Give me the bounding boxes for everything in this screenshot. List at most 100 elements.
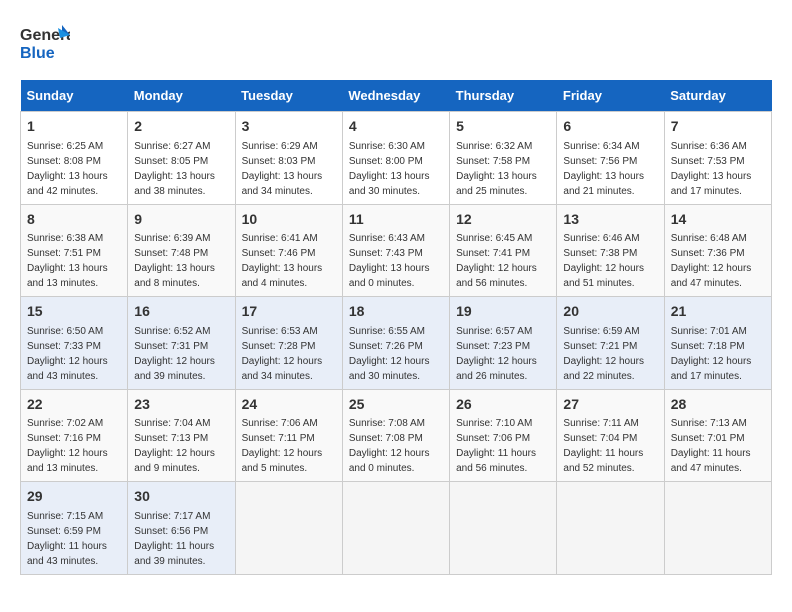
day-cell: 16Sunrise: 6:52 AMSunset: 7:31 PMDayligh… [128, 297, 235, 390]
day-info: Sunrise: 6:50 AMSunset: 7:33 PMDaylight:… [27, 324, 121, 384]
day-cell: 3Sunrise: 6:29 AMSunset: 8:03 PMDaylight… [235, 112, 342, 205]
day-info: Sunrise: 7:08 AMSunset: 7:08 PMDaylight:… [349, 416, 443, 476]
day-number: 5 [456, 117, 550, 137]
empty-cell [235, 482, 342, 575]
day-number: 24 [242, 395, 336, 415]
day-number: 21 [671, 302, 765, 322]
day-info: Sunrise: 7:10 AMSunset: 7:06 PMDaylight:… [456, 416, 550, 476]
calendar-week-row: 8Sunrise: 6:38 AMSunset: 7:51 PMDaylight… [21, 204, 772, 297]
day-info: Sunrise: 6:32 AMSunset: 7:58 PMDaylight:… [456, 139, 550, 199]
day-number: 19 [456, 302, 550, 322]
empty-cell [450, 482, 557, 575]
day-cell: 27Sunrise: 7:11 AMSunset: 7:04 PMDayligh… [557, 389, 664, 482]
day-cell: 4Sunrise: 6:30 AMSunset: 8:00 PMDaylight… [342, 112, 449, 205]
day-info: Sunrise: 6:59 AMSunset: 7:21 PMDaylight:… [563, 324, 657, 384]
logo: General Blue [20, 20, 70, 70]
day-info: Sunrise: 6:45 AMSunset: 7:41 PMDaylight:… [456, 231, 550, 291]
day-info: Sunrise: 7:17 AMSunset: 6:56 PMDaylight:… [134, 509, 228, 569]
day-cell: 12Sunrise: 6:45 AMSunset: 7:41 PMDayligh… [450, 204, 557, 297]
day-number: 2 [134, 117, 228, 137]
day-number: 25 [349, 395, 443, 415]
day-number: 30 [134, 487, 228, 507]
day-info: Sunrise: 6:30 AMSunset: 8:00 PMDaylight:… [349, 139, 443, 199]
day-number: 22 [27, 395, 121, 415]
day-info: Sunrise: 6:57 AMSunset: 7:23 PMDaylight:… [456, 324, 550, 384]
page-header: General Blue [20, 20, 772, 70]
day-number: 7 [671, 117, 765, 137]
day-cell: 5Sunrise: 6:32 AMSunset: 7:58 PMDaylight… [450, 112, 557, 205]
day-info: Sunrise: 6:27 AMSunset: 8:05 PMDaylight:… [134, 139, 228, 199]
day-header-saturday: Saturday [664, 80, 771, 112]
day-info: Sunrise: 7:04 AMSunset: 7:13 PMDaylight:… [134, 416, 228, 476]
day-cell: 19Sunrise: 6:57 AMSunset: 7:23 PMDayligh… [450, 297, 557, 390]
day-info: Sunrise: 7:01 AMSunset: 7:18 PMDaylight:… [671, 324, 765, 384]
logo-icon: General Blue [20, 20, 70, 70]
day-info: Sunrise: 7:15 AMSunset: 6:59 PMDaylight:… [27, 509, 121, 569]
day-number: 14 [671, 210, 765, 230]
day-info: Sunrise: 6:52 AMSunset: 7:31 PMDaylight:… [134, 324, 228, 384]
day-number: 23 [134, 395, 228, 415]
day-number: 12 [456, 210, 550, 230]
day-cell: 8Sunrise: 6:38 AMSunset: 7:51 PMDaylight… [21, 204, 128, 297]
day-cell: 30Sunrise: 7:17 AMSunset: 6:56 PMDayligh… [128, 482, 235, 575]
day-number: 8 [27, 210, 121, 230]
day-number: 15 [27, 302, 121, 322]
day-cell: 29Sunrise: 7:15 AMSunset: 6:59 PMDayligh… [21, 482, 128, 575]
day-header-monday: Monday [128, 80, 235, 112]
empty-cell [664, 482, 771, 575]
day-number: 3 [242, 117, 336, 137]
day-number: 9 [134, 210, 228, 230]
calendar-week-row: 15Sunrise: 6:50 AMSunset: 7:33 PMDayligh… [21, 297, 772, 390]
calendar-week-row: 22Sunrise: 7:02 AMSunset: 7:16 PMDayligh… [21, 389, 772, 482]
day-number: 6 [563, 117, 657, 137]
day-header-sunday: Sunday [21, 80, 128, 112]
calendar-week-row: 29Sunrise: 7:15 AMSunset: 6:59 PMDayligh… [21, 482, 772, 575]
day-cell: 25Sunrise: 7:08 AMSunset: 7:08 PMDayligh… [342, 389, 449, 482]
day-cell: 11Sunrise: 6:43 AMSunset: 7:43 PMDayligh… [342, 204, 449, 297]
day-cell: 6Sunrise: 6:34 AMSunset: 7:56 PMDaylight… [557, 112, 664, 205]
calendar-table: SundayMondayTuesdayWednesdayThursdayFrid… [20, 80, 772, 575]
day-cell: 17Sunrise: 6:53 AMSunset: 7:28 PMDayligh… [235, 297, 342, 390]
day-cell: 9Sunrise: 6:39 AMSunset: 7:48 PMDaylight… [128, 204, 235, 297]
day-cell: 24Sunrise: 7:06 AMSunset: 7:11 PMDayligh… [235, 389, 342, 482]
day-info: Sunrise: 7:13 AMSunset: 7:01 PMDaylight:… [671, 416, 765, 476]
day-number: 4 [349, 117, 443, 137]
day-number: 28 [671, 395, 765, 415]
day-cell: 1Sunrise: 6:25 AMSunset: 8:08 PMDaylight… [21, 112, 128, 205]
day-info: Sunrise: 6:43 AMSunset: 7:43 PMDaylight:… [349, 231, 443, 291]
calendar-header-row: SundayMondayTuesdayWednesdayThursdayFrid… [21, 80, 772, 112]
day-info: Sunrise: 7:02 AMSunset: 7:16 PMDaylight:… [27, 416, 121, 476]
day-number: 18 [349, 302, 443, 322]
day-cell: 22Sunrise: 7:02 AMSunset: 7:16 PMDayligh… [21, 389, 128, 482]
day-number: 26 [456, 395, 550, 415]
day-info: Sunrise: 6:55 AMSunset: 7:26 PMDaylight:… [349, 324, 443, 384]
day-cell: 13Sunrise: 6:46 AMSunset: 7:38 PMDayligh… [557, 204, 664, 297]
day-info: Sunrise: 6:29 AMSunset: 8:03 PMDaylight:… [242, 139, 336, 199]
day-info: Sunrise: 7:11 AMSunset: 7:04 PMDaylight:… [563, 416, 657, 476]
svg-text:Blue: Blue [20, 45, 55, 62]
day-header-tuesday: Tuesday [235, 80, 342, 112]
day-number: 27 [563, 395, 657, 415]
day-info: Sunrise: 6:36 AMSunset: 7:53 PMDaylight:… [671, 139, 765, 199]
empty-cell [342, 482, 449, 575]
day-info: Sunrise: 6:34 AMSunset: 7:56 PMDaylight:… [563, 139, 657, 199]
day-number: 29 [27, 487, 121, 507]
day-info: Sunrise: 6:53 AMSunset: 7:28 PMDaylight:… [242, 324, 336, 384]
day-number: 11 [349, 210, 443, 230]
day-cell: 15Sunrise: 6:50 AMSunset: 7:33 PMDayligh… [21, 297, 128, 390]
day-cell: 21Sunrise: 7:01 AMSunset: 7:18 PMDayligh… [664, 297, 771, 390]
day-cell: 10Sunrise: 6:41 AMSunset: 7:46 PMDayligh… [235, 204, 342, 297]
day-info: Sunrise: 6:48 AMSunset: 7:36 PMDaylight:… [671, 231, 765, 291]
day-info: Sunrise: 6:39 AMSunset: 7:48 PMDaylight:… [134, 231, 228, 291]
day-number: 13 [563, 210, 657, 230]
day-number: 1 [27, 117, 121, 137]
day-number: 16 [134, 302, 228, 322]
day-number: 10 [242, 210, 336, 230]
day-cell: 23Sunrise: 7:04 AMSunset: 7:13 PMDayligh… [128, 389, 235, 482]
calendar-week-row: 1Sunrise: 6:25 AMSunset: 8:08 PMDaylight… [21, 112, 772, 205]
day-cell: 26Sunrise: 7:10 AMSunset: 7:06 PMDayligh… [450, 389, 557, 482]
day-info: Sunrise: 6:25 AMSunset: 8:08 PMDaylight:… [27, 139, 121, 199]
day-cell: 18Sunrise: 6:55 AMSunset: 7:26 PMDayligh… [342, 297, 449, 390]
day-info: Sunrise: 6:46 AMSunset: 7:38 PMDaylight:… [563, 231, 657, 291]
empty-cell [557, 482, 664, 575]
